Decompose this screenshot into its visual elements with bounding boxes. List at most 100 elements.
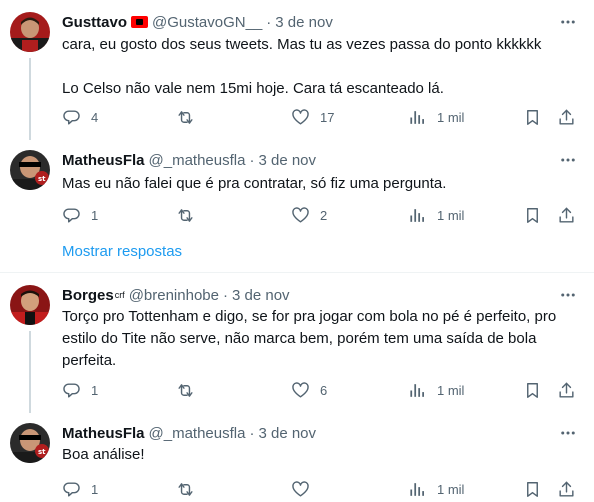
retweet-icon bbox=[176, 108, 195, 127]
share-button[interactable] bbox=[557, 380, 576, 400]
like-button[interactable]: 17 bbox=[291, 107, 334, 127]
views-button[interactable]: 1 mil bbox=[408, 479, 464, 499]
tweet-header: Gusttavo @GustavoGN__ · 3 de nov bbox=[62, 12, 333, 32]
bookmark-icon bbox=[523, 206, 542, 225]
author-name[interactable]: MatheusFla bbox=[62, 152, 145, 169]
like-button[interactable]: 2 bbox=[291, 205, 327, 225]
share-icon bbox=[557, 206, 576, 225]
avatar[interactable] bbox=[10, 285, 50, 325]
retweet-button[interactable] bbox=[176, 107, 205, 127]
share-icon bbox=[557, 108, 576, 127]
show-replies-link[interactable]: Mostrar respostas bbox=[62, 243, 182, 260]
reply-icon bbox=[62, 381, 81, 400]
author-handle[interactable]: @_matheusfla bbox=[149, 425, 246, 442]
tweet-actions: 1 1 mil bbox=[52, 479, 582, 499]
reply-icon bbox=[62, 480, 81, 499]
flamengo-flag-icon bbox=[131, 16, 149, 28]
separator-dot: · bbox=[266, 13, 272, 31]
author-name[interactable]: Borges bbox=[62, 287, 114, 304]
reply-button[interactable]: 1 bbox=[62, 479, 98, 499]
views-button[interactable]: 1 mil bbox=[408, 205, 464, 225]
like-button[interactable]: 6 bbox=[291, 380, 327, 400]
tweet-date[interactable]: 3 de nov bbox=[232, 287, 290, 304]
like-count: 17 bbox=[320, 109, 335, 125]
analytics-icon bbox=[408, 108, 427, 127]
retweet-icon bbox=[176, 480, 195, 499]
share-icon bbox=[557, 381, 576, 400]
avatar[interactable]: st bbox=[10, 423, 50, 463]
reply-button[interactable]: 4 bbox=[62, 107, 98, 127]
svg-text:st: st bbox=[38, 175, 46, 183]
bookmark-button[interactable] bbox=[523, 380, 542, 400]
tweet-date[interactable]: 3 de nov bbox=[258, 152, 316, 169]
more-icon[interactable] bbox=[558, 150, 578, 170]
views-button[interactable]: 1 mil bbox=[408, 380, 464, 400]
more-icon[interactable] bbox=[558, 285, 578, 305]
tweet[interactable]: st MatheusFla @_matheusfla · 3 de nov Ma… bbox=[0, 140, 594, 228]
bookmark-icon bbox=[523, 480, 542, 499]
avatar[interactable]: st bbox=[10, 150, 50, 190]
heart-icon bbox=[291, 206, 310, 225]
author-handle[interactable]: @GustavoGN__ bbox=[152, 14, 262, 31]
reply-icon bbox=[62, 108, 81, 127]
heart-icon bbox=[291, 480, 310, 499]
views-button[interactable]: 1 mil bbox=[408, 107, 464, 127]
share-button[interactable] bbox=[557, 479, 576, 499]
tweet-header: Borges crf @breninhobe · 3 de nov bbox=[62, 285, 290, 305]
tweet-date[interactable]: 3 de nov bbox=[275, 14, 333, 31]
bookmark-button[interactable] bbox=[523, 205, 542, 225]
share-icon bbox=[557, 480, 576, 499]
tweet-text: Torço pro Tottenham e digo, se for pra j… bbox=[62, 308, 561, 369]
tweet[interactable]: st MatheusFla @_matheusfla · 3 de nov Bo… bbox=[0, 413, 594, 502]
tweet-actions: 4 17 1 mil bbox=[52, 107, 582, 127]
author-handle[interactable]: @_matheusfla bbox=[149, 152, 246, 169]
reply-count: 4 bbox=[91, 109, 99, 125]
retweet-button[interactable] bbox=[176, 205, 205, 225]
thread-line bbox=[29, 58, 31, 140]
heart-icon bbox=[291, 381, 310, 400]
author-name[interactable]: MatheusFla bbox=[62, 425, 145, 442]
like-count: 6 bbox=[320, 382, 328, 398]
reply-icon bbox=[62, 206, 81, 225]
tweet[interactable]: Gusttavo @GustavoGN__ · 3 de nov cara, e… bbox=[0, 0, 594, 140]
tweet-text: Boa análise! bbox=[62, 446, 145, 463]
views-count: 1 mil bbox=[437, 382, 465, 398]
separator-dot: · bbox=[249, 151, 255, 169]
reply-count: 1 bbox=[91, 481, 99, 497]
views-count: 1 mil bbox=[437, 481, 465, 497]
tweet[interactable]: Borges crf @breninhobe · 3 de nov Torço p… bbox=[0, 273, 594, 413]
like-button[interactable] bbox=[291, 479, 320, 499]
views-count: 1 mil bbox=[437, 109, 465, 125]
bookmark-button[interactable] bbox=[523, 107, 542, 127]
share-button[interactable] bbox=[557, 205, 576, 225]
tweet-text: cara, eu gosto dos seus tweets. Mas tu a… bbox=[62, 36, 542, 97]
heart-icon bbox=[291, 108, 310, 127]
name-badge: crf bbox=[114, 290, 125, 300]
bookmark-icon bbox=[523, 108, 542, 127]
more-icon[interactable] bbox=[558, 423, 578, 443]
bookmark-button[interactable] bbox=[523, 479, 542, 499]
retweet-button[interactable] bbox=[176, 380, 205, 400]
tweet-actions: 1 2 1 mil bbox=[52, 205, 582, 225]
tweet-header: MatheusFla @_matheusfla · 3 de nov bbox=[62, 150, 316, 170]
tweet-actions: 1 6 1 mil bbox=[52, 380, 582, 400]
reply-button[interactable]: 1 bbox=[62, 380, 98, 400]
svg-text:st: st bbox=[38, 448, 46, 456]
tweet-date[interactable]: 3 de nov bbox=[258, 425, 316, 442]
more-icon[interactable] bbox=[558, 12, 578, 32]
analytics-icon bbox=[408, 480, 427, 499]
like-count: 2 bbox=[320, 207, 328, 223]
analytics-icon bbox=[408, 206, 427, 225]
reply-count: 1 bbox=[91, 207, 99, 223]
avatar[interactable] bbox=[10, 12, 50, 52]
author-name[interactable]: Gusttavo bbox=[62, 14, 127, 31]
share-button[interactable] bbox=[557, 107, 576, 127]
tweet-text: Mas eu não falei que é pra contratar, só… bbox=[62, 175, 447, 192]
reply-count: 1 bbox=[91, 382, 99, 398]
separator-dot: · bbox=[222, 286, 228, 304]
retweet-button[interactable] bbox=[176, 479, 205, 499]
author-handle[interactable]: @breninhobe bbox=[129, 287, 219, 304]
tweet-header: MatheusFla @_matheusfla · 3 de nov bbox=[62, 423, 316, 443]
analytics-icon bbox=[408, 381, 427, 400]
reply-button[interactable]: 1 bbox=[62, 205, 98, 225]
